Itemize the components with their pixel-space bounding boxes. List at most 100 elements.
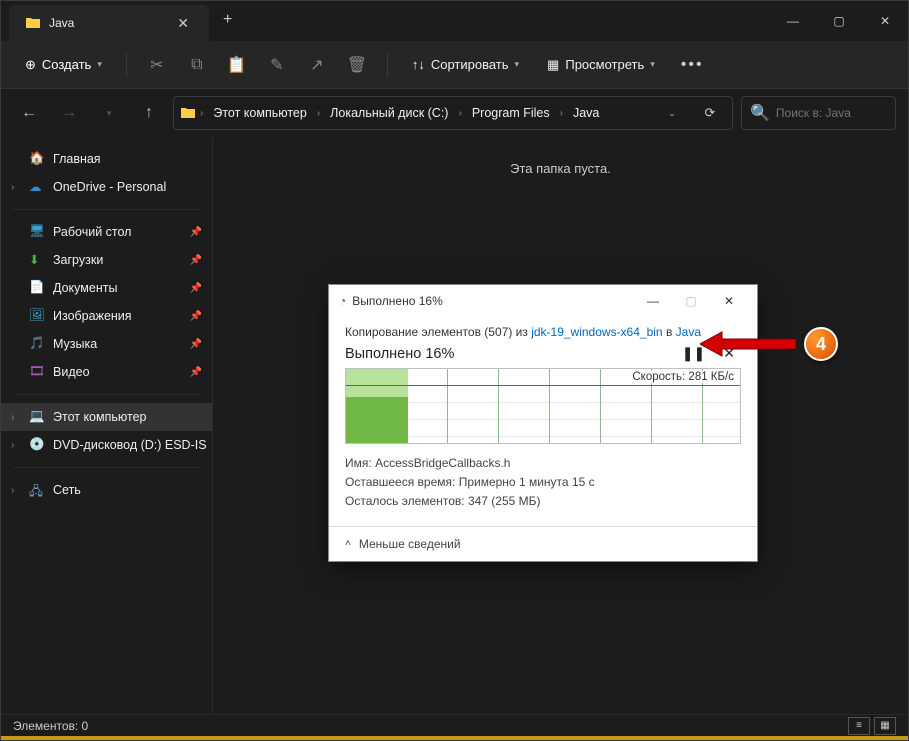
sidebar: 🏠 Главная › ☁ OneDrive - Personal 🖥 Рабо… (1, 137, 213, 714)
search-input[interactable] (776, 106, 887, 120)
sidebar-item-documents[interactable]: 📄 Документы 📌 (1, 274, 212, 302)
details-view-button[interactable]: ≡ (848, 717, 870, 735)
source-link[interactable]: jdk-19_windows-x64_bin (531, 325, 662, 339)
chevron-icon[interactable]: › (11, 182, 14, 193)
share-icon[interactable]: ↗ (299, 47, 335, 83)
clock-icon: ◔ (339, 294, 346, 308)
view-label: Просмотреть (565, 57, 644, 72)
cloud-icon: ☁ (29, 179, 45, 195)
view-icon: ▦ (547, 57, 559, 73)
step-badge: 4 (804, 327, 838, 361)
progress-row: Выполнено 16% ❚❚ ✕ (345, 345, 741, 362)
chevron-right-icon: › (198, 108, 205, 119)
sidebar-item-downloads[interactable]: ⬇ Загрузки 📌 (1, 246, 212, 274)
document-icon: 📄 (29, 280, 45, 296)
icons-view-button[interactable]: ▦ (874, 717, 896, 735)
home-icon: 🏠 (29, 151, 45, 167)
chevron-icon[interactable]: › (11, 412, 14, 423)
dialog-close-button[interactable]: ✕ (711, 287, 747, 315)
video-icon: 🎞 (29, 364, 45, 380)
separator (387, 53, 388, 77)
separator (13, 467, 200, 468)
create-button[interactable]: ⊕ Создать ▾ (13, 51, 114, 79)
cut-icon[interactable]: ✂ (139, 47, 175, 83)
sidebar-item-thispc[interactable]: › 💻 Этот компьютер (1, 403, 212, 431)
dialog-body: Копирование элементов (507) из jdk-19_wi… (329, 317, 757, 526)
callout-arrow: 4 (700, 327, 838, 361)
recent-dropdown[interactable]: ▾ (93, 97, 125, 129)
chevron-icon[interactable]: › (11, 440, 14, 451)
paste-icon[interactable]: 📋 (219, 47, 255, 83)
chevron-icon[interactable]: › (11, 485, 14, 496)
sidebar-item-network[interactable]: › 🖧 Сеть (1, 476, 212, 504)
dialog-titlebar[interactable]: ◔ Выполнено 16% ― ▢ ✕ (329, 285, 757, 317)
titlebar: Java ✕ + ― ▢ ✕ (1, 1, 908, 41)
dialog-minimize-button[interactable]: ― (635, 287, 671, 315)
dest-link[interactable]: Java (676, 325, 701, 339)
search-icon: 🔍 (750, 103, 770, 123)
copy-icon[interactable]: ⧉ (179, 47, 215, 83)
crumb-pf[interactable]: Program Files (466, 102, 556, 124)
sidebar-item-onedrive[interactable]: › ☁ OneDrive - Personal (1, 173, 212, 201)
rename-icon[interactable]: ✎ (259, 47, 295, 83)
breadcrumb[interactable]: › Этот компьютер › Локальный диск (C:) ›… (173, 96, 733, 130)
chevron-down-icon: ▾ (650, 59, 655, 70)
speed-graph: Скорость: 281 КБ/с (345, 368, 741, 444)
pin-icon: 📌 (190, 283, 202, 294)
chevron-down-icon: ▾ (97, 59, 102, 70)
window-controls: ― ▢ ✕ (770, 1, 908, 41)
pin-icon: 📌 (190, 255, 202, 266)
view-button[interactable]: ▦ Просмотреть ▾ (535, 51, 667, 79)
dialog-title: Выполнено 16% (352, 294, 443, 308)
tab-title: Java (49, 16, 165, 30)
dialog-maximize-button[interactable]: ▢ (673, 287, 709, 315)
close-button[interactable]: ✕ (862, 1, 908, 41)
close-icon[interactable]: ✕ (173, 11, 193, 36)
history-dropdown[interactable]: ⌄ (656, 97, 688, 129)
delete-icon[interactable]: 🗑 (339, 47, 375, 83)
copy-dialog: ◔ Выполнено 16% ― ▢ ✕ Копирование элемен… (328, 284, 758, 562)
new-tab-button[interactable]: + (209, 1, 246, 41)
crumb-c[interactable]: Локальный диск (C:) (324, 102, 454, 124)
sidebar-item-label: Музыка (53, 337, 97, 351)
crumb-thispc[interactable]: Этот компьютер (207, 102, 312, 124)
copy-in: в (663, 325, 676, 339)
folder-icon (25, 15, 41, 31)
copy-description: Копирование элементов (507) из jdk-19_wi… (345, 325, 741, 339)
disc-icon: 💿 (29, 437, 45, 453)
sidebar-item-videos[interactable]: 🎞 Видео 📌 (1, 358, 212, 386)
search-box[interactable]: 🔍 (741, 96, 896, 130)
refresh-button[interactable]: ⟳ (694, 97, 726, 129)
sidebar-item-label: Рабочий стол (53, 225, 131, 239)
empty-folder-message: Эта папка пуста. (213, 137, 908, 200)
sidebar-item-pictures[interactable]: 🖼 Изображения 📌 (1, 302, 212, 330)
sort-button[interactable]: ↑↓ Сортировать ▾ (400, 51, 531, 78)
up-button[interactable]: ↑ (133, 97, 165, 129)
pin-icon: 📌 (190, 367, 202, 378)
chevron-right-icon: › (315, 108, 322, 119)
chevron-right-icon: › (456, 108, 463, 119)
sidebar-item-desktop[interactable]: 🖥 Рабочий стол 📌 (1, 218, 212, 246)
less-details-toggle[interactable]: ˄ Меньше сведений (329, 526, 757, 561)
pin-icon: 📌 (190, 339, 202, 350)
maximize-button[interactable]: ▢ (816, 1, 862, 41)
sidebar-item-label: Загрузки (53, 253, 103, 267)
forward-button[interactable]: → (53, 97, 85, 129)
tab-java[interactable]: Java ✕ (9, 5, 209, 41)
minimize-button[interactable]: ― (770, 1, 816, 41)
back-button[interactable]: ← (13, 97, 45, 129)
sidebar-item-label: Главная (53, 152, 101, 166)
sidebar-item-dvd[interactable]: › 💿 DVD-дисковод (D:) ESD-IS (1, 431, 212, 459)
sidebar-item-home[interactable]: 🏠 Главная (1, 145, 212, 173)
copy-prefix: Копирование элементов (507) из (345, 325, 531, 339)
crumb-java[interactable]: Java (567, 102, 605, 124)
plus-icon: ⊕ (25, 57, 36, 73)
music-icon: 🎵 (29, 336, 45, 352)
separator (13, 394, 200, 395)
sidebar-item-label: Сеть (53, 483, 81, 497)
sort-icon: ↑↓ (412, 57, 425, 72)
sort-label: Сортировать (431, 57, 509, 72)
sidebar-item-music[interactable]: 🎵 Музыка 📌 (1, 330, 212, 358)
more-button[interactable]: ••• (671, 50, 714, 80)
graph-line (346, 385, 740, 386)
